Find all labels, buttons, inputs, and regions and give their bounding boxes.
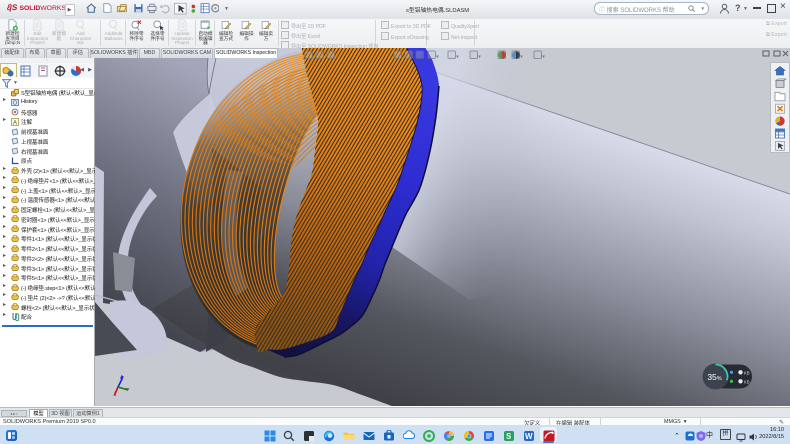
svg-text:A: A bbox=[13, 120, 17, 126]
svg-text:S: S bbox=[506, 432, 512, 441]
svg-text:KB: KB bbox=[744, 379, 750, 384]
svg-text:W: W bbox=[525, 432, 533, 441]
svg-text:KB: KB bbox=[744, 370, 750, 375]
